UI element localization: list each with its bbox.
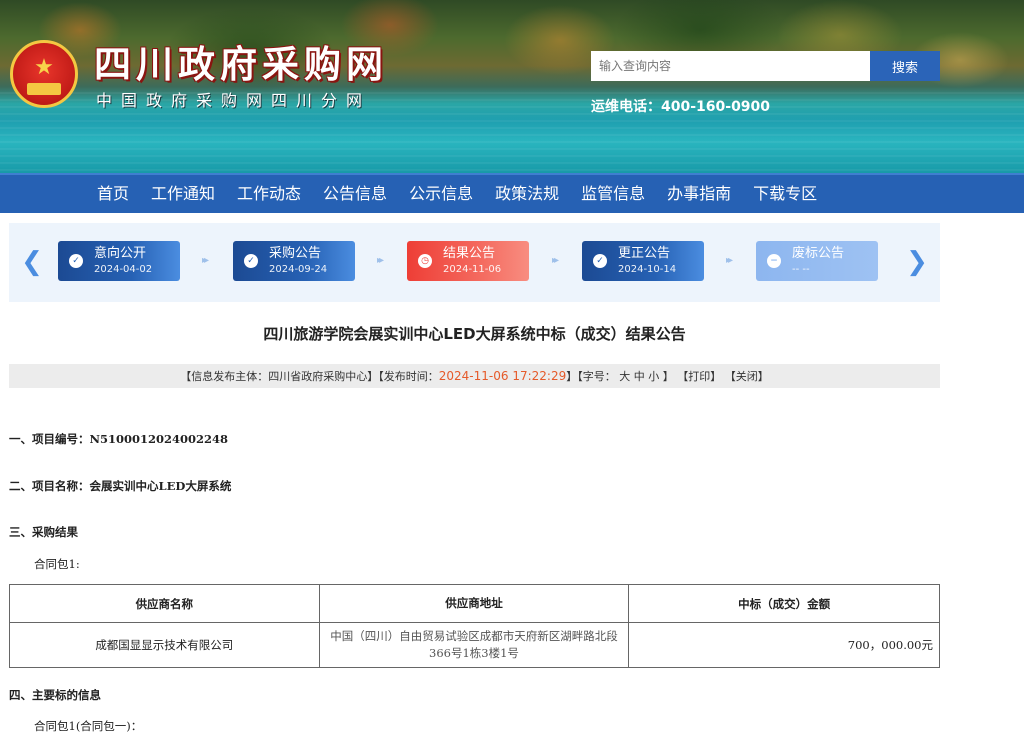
- meta-font-size-label: 【字号：: [577, 370, 616, 383]
- result-heading: 三、采购结果: [9, 525, 78, 539]
- emblem-base: [27, 83, 61, 95]
- timeline-step-date: 2024-10-14: [618, 264, 677, 275]
- meta-publish-time: 2024-11-06 17:22:29: [438, 369, 567, 383]
- main-info-heading: 四、主要标的信息: [9, 688, 101, 702]
- clock-icon: ◷: [418, 254, 432, 268]
- site-subtitle: 中国政府采购网四川分网: [96, 91, 372, 110]
- timeline-step-label: 结果公告: [443, 246, 496, 261]
- table-header-supplier-name: 供应商名称: [9, 584, 320, 623]
- timeline-step-date: 2024-11-06: [443, 264, 502, 275]
- font-size-small-button[interactable]: 小: [648, 370, 659, 383]
- article-title: 四川旅游学院会展实训中心LED大屏系统中标（成交）结果公告: [263, 325, 686, 343]
- supplier-address-cell: 中国（四川）自由贸易试验区成都市天府新区湖畔路北段366号1栋3楼1号: [318, 622, 630, 668]
- double-chevron-right-icon: ▸▸: [551, 255, 559, 266]
- timeline-step-label: 废标公告: [792, 246, 845, 261]
- nav-item-policies[interactable]: 政策法规: [484, 175, 570, 213]
- nav-item-work-news[interactable]: 工作动态: [226, 175, 312, 213]
- table-row: 成都国显显示技术有限公司 中国（四川）自由贸易试验区成都市天府新区湖畔路北段36…: [9, 622, 940, 668]
- table-header-amount: 中标（成交）金额: [628, 584, 940, 623]
- result-table: 供应商名称 供应商地址 中标（成交）金额 成都国显显示技术有限公司 中国（四川）…: [9, 584, 940, 668]
- nav-item-work-notices[interactable]: 工作通知: [140, 175, 226, 213]
- timeline-step-intent[interactable]: ✓ 意向公开 2024-04-02: [58, 241, 180, 281]
- chevron-right-icon[interactable]: ❯: [902, 247, 932, 277]
- amount-cell: 700，000.00元: [628, 622, 940, 668]
- article-meta-bar: 【信息发布主体：四川省政府采购中心】【发布时间：2024-11-06 17:22…: [9, 364, 940, 388]
- search-button[interactable]: 搜索: [870, 51, 940, 81]
- contract-package-label: 合同包1:: [34, 557, 80, 571]
- search-box: 搜索: [591, 51, 940, 81]
- nav-item-announcements[interactable]: 公告信息: [312, 175, 398, 213]
- meta-publisher: 【信息发布主体：四川省政府采购中心】: [180, 370, 379, 383]
- double-chevron-right-icon: ▸▸: [201, 255, 209, 266]
- close-button[interactable]: 【关闭】: [725, 370, 769, 383]
- minus-icon: −: [767, 254, 781, 268]
- nav-list: 首页 工作通知 工作动态 公告信息 公示信息 政策法规 监管信息 办事指南 下载…: [86, 175, 828, 213]
- font-size-large-button[interactable]: 大: [619, 370, 630, 383]
- national-emblem-icon: ★: [10, 40, 78, 108]
- print-button[interactable]: 【打印】: [677, 370, 721, 383]
- main-nav: 首页 工作通知 工作动态 公告信息 公示信息 政策法规 监管信息 办事指南 下载…: [0, 173, 1024, 213]
- check-icon: ✓: [244, 254, 258, 268]
- table-header-row: 供应商名称 供应商地址 中标（成交）金额: [9, 584, 940, 623]
- meta-time-close: 】: [566, 370, 578, 383]
- timeline-step-procurement[interactable]: ✓ 采购公告 2024-09-24: [233, 241, 355, 281]
- nav-item-public-notices[interactable]: 公示信息: [398, 175, 484, 213]
- announcement-timeline: ❮ ✓ 意向公开 2024-04-02 ▸▸ ✓ 采购公告 2024-09-24…: [9, 223, 940, 302]
- check-icon: ✓: [593, 254, 607, 268]
- double-chevron-right-icon: ▸▸: [725, 255, 733, 266]
- site-title[interactable]: 四川政府采购网: [94, 44, 388, 84]
- check-icon: ✓: [69, 254, 83, 268]
- timeline-step-date: -- --: [792, 264, 810, 275]
- search-input[interactable]: [591, 51, 870, 81]
- timeline-step-label: 意向公开: [94, 246, 147, 261]
- nav-item-home[interactable]: 首页: [86, 175, 140, 213]
- table-header-supplier-address: 供应商地址: [318, 584, 630, 623]
- meta-font-close: 】: [662, 370, 674, 383]
- timeline-step-cancellation[interactable]: − 废标公告 -- --: [756, 241, 878, 281]
- timeline-step-label: 采购公告: [269, 246, 322, 261]
- timeline-step-date: 2024-09-24: [269, 264, 328, 275]
- project-name: 二、项目名称：会展实训中心LED大屏系统: [9, 479, 232, 493]
- timeline-step-date: 2024-04-02: [94, 264, 153, 275]
- timeline-step-label: 更正公告: [618, 246, 671, 261]
- supplier-name-cell: 成都国显显示技术有限公司: [9, 622, 320, 668]
- contract-package-full-label: 合同包1(合同包一)：: [34, 719, 143, 733]
- meta-time-label: 【发布时间：: [378, 370, 439, 383]
- nav-item-supervision[interactable]: 监管信息: [570, 175, 656, 213]
- double-chevron-right-icon: ▸▸: [376, 255, 384, 266]
- timeline-step-correction[interactable]: ✓ 更正公告 2024-10-14: [582, 241, 704, 281]
- star-icon: ★: [34, 55, 54, 80]
- nav-item-guide[interactable]: 办事指南: [656, 175, 742, 213]
- header-banner: ★ 四川政府采购网 中国政府采购网四川分网 搜索 运维电话：400-160-09…: [0, 0, 1024, 173]
- nav-item-downloads[interactable]: 下载专区: [742, 175, 828, 213]
- project-number: 一、项目编号：N5100012024002248: [9, 432, 229, 446]
- timeline-step-result[interactable]: ◷ 结果公告 2024-11-06: [407, 241, 529, 281]
- hotline-text: 运维电话：400-160-0900: [591, 99, 771, 115]
- chevron-left-icon[interactable]: ❮: [17, 247, 47, 277]
- font-size-medium-button[interactable]: 中: [634, 370, 645, 383]
